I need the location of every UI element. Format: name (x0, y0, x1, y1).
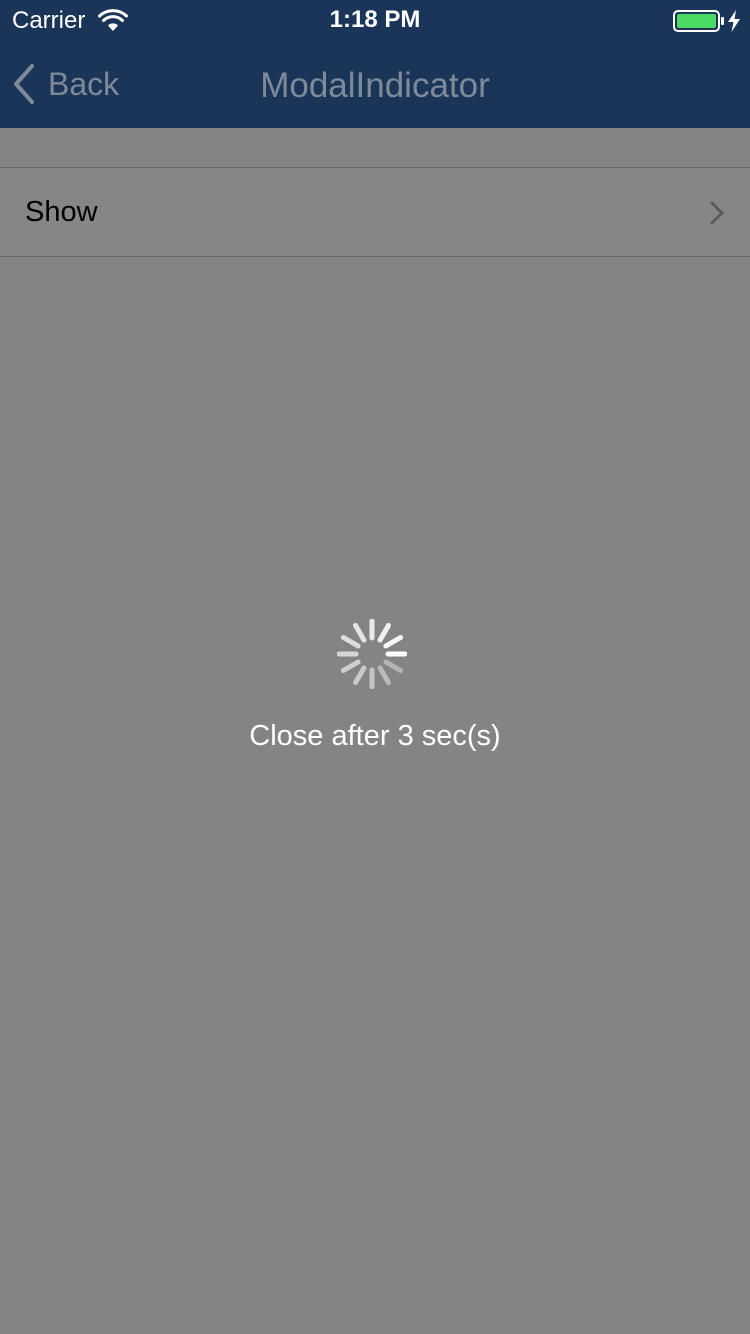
spinner-spoke (377, 665, 391, 686)
spinner-spoke (353, 665, 367, 686)
spinner-spoke (377, 622, 391, 643)
chevron-right-icon (710, 201, 724, 225)
screen: Carrier 1:18 PM Back ModalIndicator Show (0, 0, 750, 1334)
navigation-bar: Back ModalIndicator (0, 40, 750, 128)
activity-spinner-icon (337, 619, 407, 689)
table-view: Show (0, 128, 750, 257)
spinner-spoke (383, 659, 404, 673)
charging-bolt-icon (728, 10, 740, 32)
spinner-spoke (383, 635, 404, 649)
status-bar: Carrier 1:18 PM (0, 0, 750, 40)
page-title: ModalIndicator (260, 66, 490, 105)
hud-message: Close after 3 sec(s) (249, 720, 501, 752)
spinner-spoke (340, 635, 361, 649)
status-time: 1:18 PM (329, 6, 421, 33)
battery-icon (673, 10, 724, 32)
spinner-spoke (353, 622, 367, 643)
spinner-spoke (340, 659, 361, 673)
table-row-show[interactable]: Show (0, 168, 750, 257)
section-header (0, 128, 750, 168)
row-label: Show (25, 196, 98, 228)
